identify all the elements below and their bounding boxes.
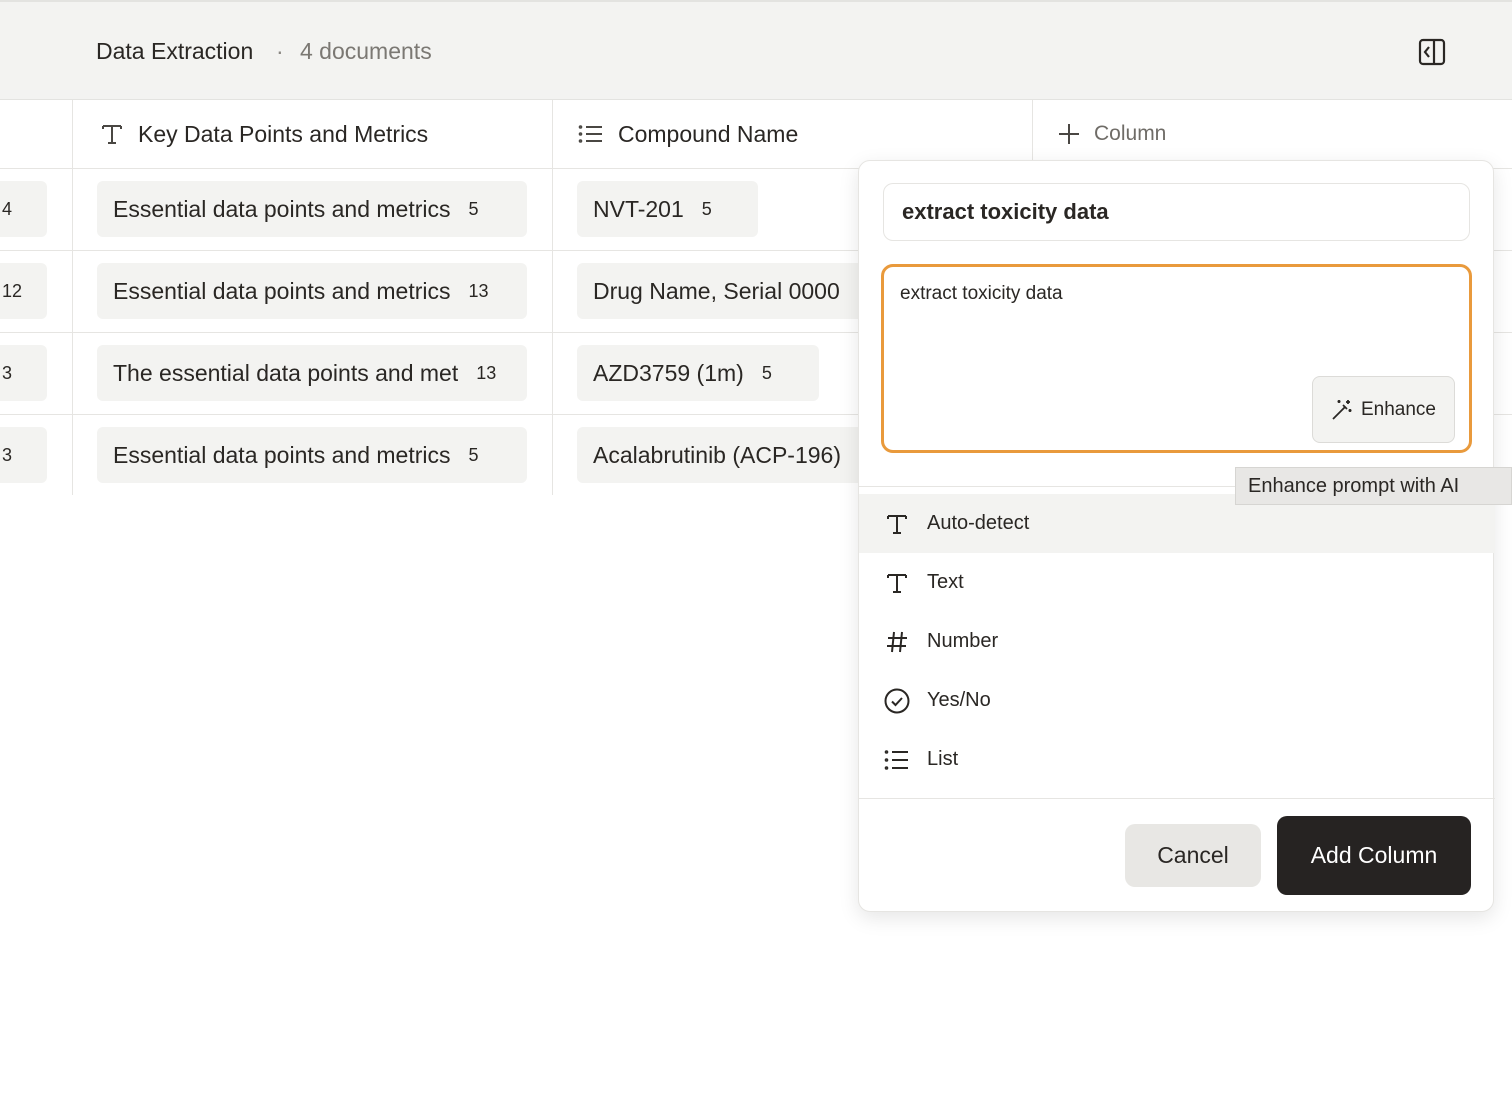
add-column-submit-button[interactable]: Add Column (1277, 816, 1471, 895)
text-type-icon (102, 125, 122, 144)
type-option-label: Yes/No (927, 689, 991, 711)
cell-value: NVT-201 (593, 195, 684, 222)
add-column-popover: extract toxicity data Enhance Auto-detec… (858, 160, 1495, 912)
cell-chip[interactable]: Drug Name, Serial 0000 (577, 263, 867, 319)
type-option-list[interactable]: List (859, 730, 1495, 789)
column-header-label: Compound Name (618, 120, 799, 147)
cell-count: 5 (468, 444, 479, 465)
tooltip-text: Enhance prompt with AI (1248, 474, 1460, 497)
cell-count: 12 (2, 280, 23, 301)
enhance-button[interactable]: Enhance (1312, 376, 1455, 443)
cell-chip[interactable]: Essential data points and metrics 5 (97, 181, 527, 237)
cell-chip[interactable]: 3 (0, 345, 47, 401)
column-header-key-data[interactable]: Key Data Points and Metrics (100, 100, 428, 168)
hash-icon (887, 631, 907, 652)
cell-count: 4 (2, 198, 13, 219)
title-separator: · (276, 38, 284, 64)
cell-value: Essential data points and metrics (113, 277, 451, 304)
type-option-label: Text (927, 571, 964, 593)
cell-value: Acalabrutinib (ACP-196) (593, 441, 842, 468)
cell-chip[interactable]: Essential data points and metrics 13 (97, 263, 527, 319)
enhance-tooltip: Enhance prompt with AI (1235, 467, 1512, 505)
cell-chip[interactable]: Essential data points and metrics 5 (97, 427, 527, 483)
document-count: 4 documents (300, 38, 432, 64)
type-option-label: Auto-detect (927, 512, 1030, 534)
cell-count: 3 (2, 444, 13, 465)
cell-chip[interactable]: 4 (0, 181, 47, 237)
cell-value: Drug Name, Serial 0000 (593, 277, 840, 304)
cell-value: Essential data points and metrics (113, 441, 451, 468)
divider (859, 798, 1495, 799)
table-header-row: Key Data Points and Metrics Compound Nam… (0, 100, 1512, 169)
cell-count: 5 (701, 198, 712, 219)
type-option-yes-no[interactable]: Yes/No (859, 671, 1495, 730)
cell-count: 3 (2, 362, 13, 383)
prompt-textarea[interactable]: extract toxicity data (900, 283, 1440, 363)
top-bar: Data Extraction · 4 documents (0, 0, 1512, 100)
type-option-text[interactable]: Text (859, 553, 1495, 612)
text-type-icon (887, 514, 907, 534)
cell-count: 5 (761, 362, 772, 383)
type-option-label: List (927, 748, 959, 770)
cancel-button[interactable]: Cancel (1125, 824, 1261, 887)
enhance-label: Enhance (1360, 398, 1436, 420)
cell-chip[interactable]: AZD3759 (1m) 5 (577, 345, 819, 401)
type-option-number[interactable]: Number (859, 612, 1495, 671)
magic-wand-icon (1332, 399, 1352, 420)
cell-count: 13 (468, 280, 489, 301)
cell-count: 13 (476, 362, 497, 383)
column-header-compound[interactable]: Compound Name (578, 100, 798, 168)
cell-value: The essential data points and met (113, 359, 459, 386)
cell-chip[interactable]: 3 (0, 427, 47, 483)
cell-value: AZD3759 (1m) (593, 359, 744, 386)
list-type-icon (884, 749, 908, 770)
cell-chip[interactable]: The essential data points and met 13 (97, 345, 527, 401)
list-type-icon (578, 125, 602, 143)
prompt-field[interactable]: extract toxicity data Enhance (881, 264, 1472, 453)
check-circle-icon (884, 688, 910, 713)
cell-value: Essential data points and metrics (113, 195, 451, 222)
add-column-label: Column (1094, 122, 1167, 145)
toggle-panel-button[interactable] (1412, 32, 1452, 72)
column-name-input[interactable] (883, 183, 1470, 241)
type-option-label: Number (927, 630, 999, 652)
text-type-icon (887, 573, 907, 593)
column-header-label: Key Data Points and Metrics (138, 120, 429, 147)
plus-icon (1059, 124, 1079, 144)
add-column-button[interactable]: Column (1058, 100, 1166, 168)
cell-chip[interactable]: Acalabrutinib (ACP-196) (577, 427, 867, 483)
cell-count: 5 (468, 198, 479, 219)
cell-chip[interactable]: NVT-201 5 (577, 181, 758, 237)
sidebar-toggle-icon (1418, 38, 1446, 66)
page-title: Data Extraction (96, 38, 254, 64)
cell-chip[interactable]: 12 (0, 263, 47, 319)
